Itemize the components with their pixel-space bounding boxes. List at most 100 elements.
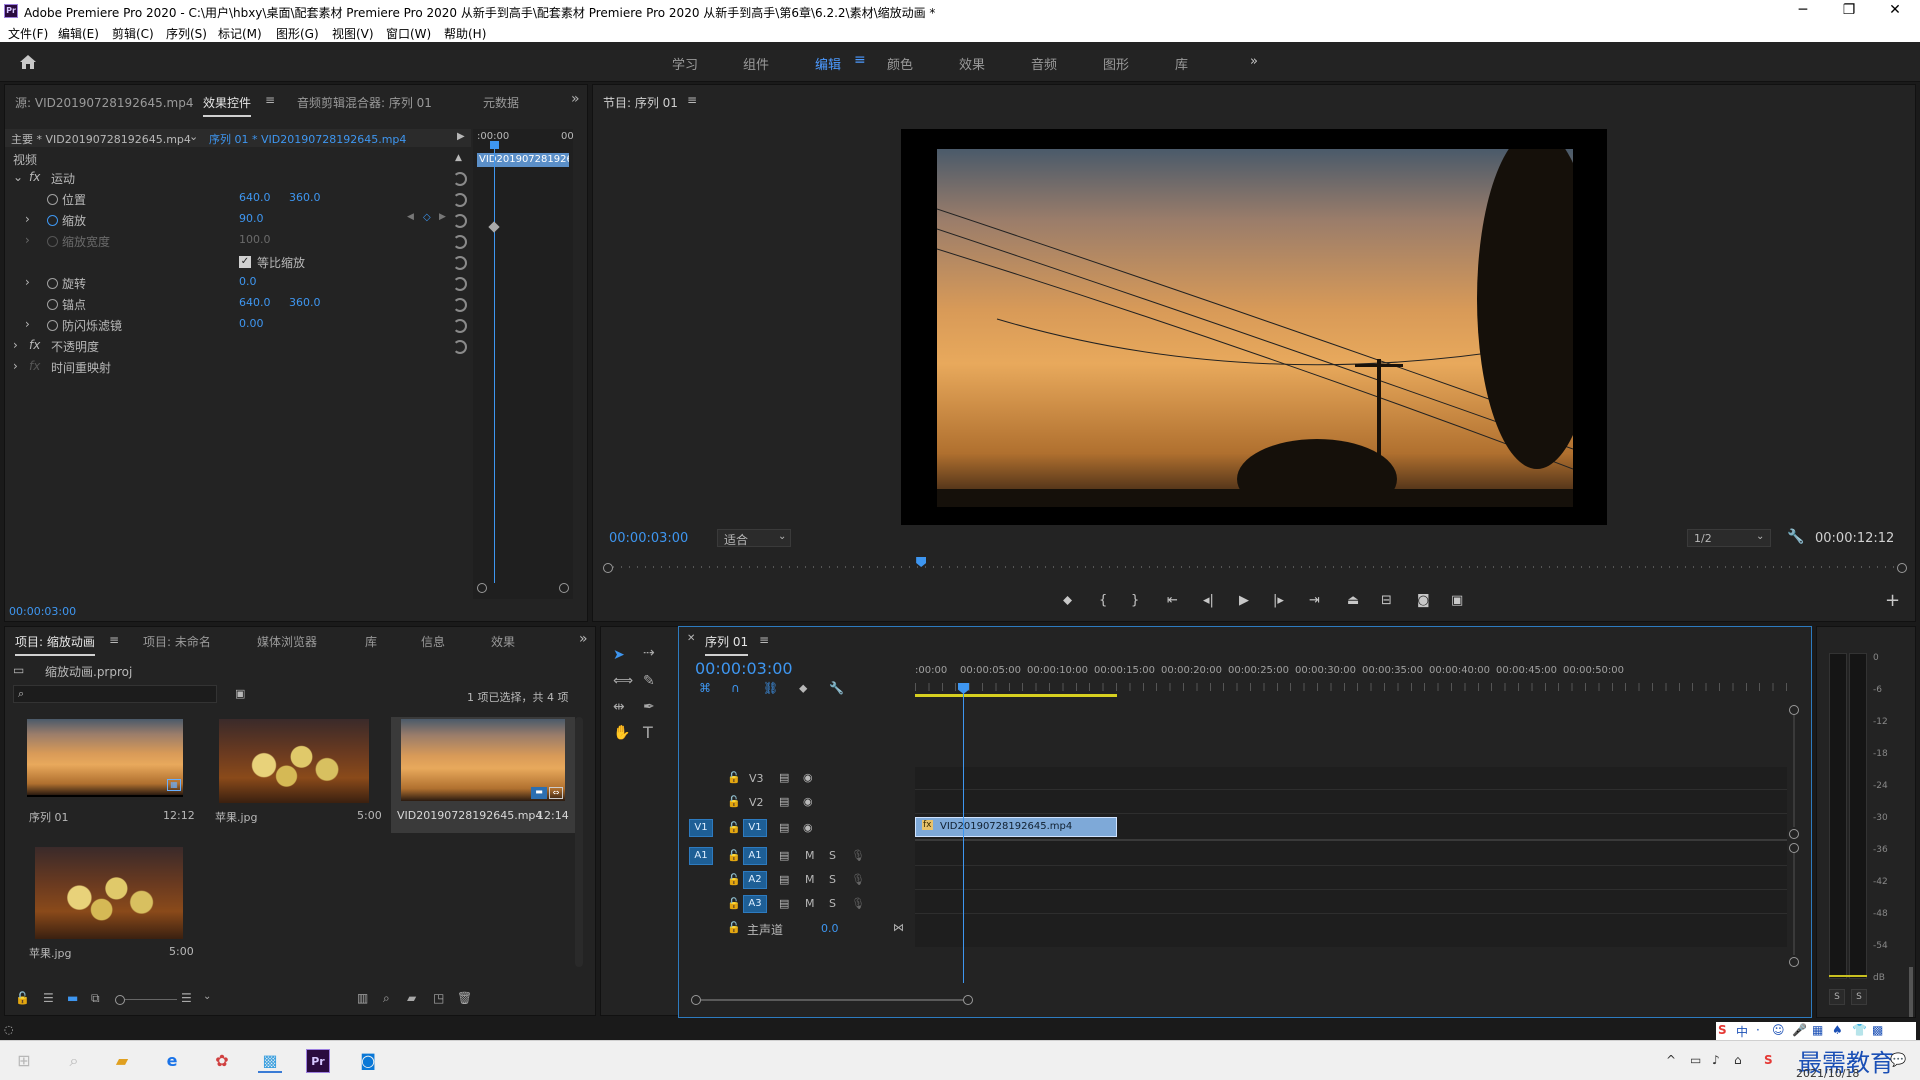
menu-sequence[interactable]: 序列(S) (166, 25, 207, 42)
sync-lock-icon[interactable]: ▤ (779, 849, 789, 862)
timeline-playhead-line[interactable] (963, 683, 964, 983)
shirt-icon[interactable]: 👕 (1852, 1023, 1867, 1037)
workspace-tab-learn[interactable]: 学习 (672, 54, 698, 73)
lock-icon[interactable]: 🔓 (727, 897, 741, 910)
ime-mode[interactable]: 中 (1736, 1023, 1748, 1040)
panel-menu-icon[interactable]: ≡ (109, 633, 119, 647)
app-blue-icon[interactable]: ◙ (356, 1049, 380, 1073)
position-y-value[interactable]: 360.0 (289, 191, 321, 204)
stopwatch-icon[interactable] (47, 320, 58, 331)
menu-clip[interactable]: 剪辑(C) (112, 25, 154, 42)
solo-button[interactable]: S (829, 849, 836, 862)
app-icon[interactable]: ✿ (210, 1049, 234, 1073)
menu-graphics[interactable]: 图形(G) (276, 25, 319, 42)
workspace-overflow-button[interactable]: » (1250, 54, 1258, 69)
punctuation-icon[interactable]: · (1756, 1023, 1760, 1037)
workspace-tab-color[interactable]: 颜色 (887, 54, 913, 73)
extract-icon[interactable]: ⊟ (1381, 593, 1392, 608)
track-select-tool-icon[interactable]: ⇢ (643, 645, 655, 661)
workspace-tab-libraries[interactable]: 库 (1175, 54, 1188, 73)
tools-grid-icon[interactable]: ▩ (1872, 1023, 1883, 1037)
workspace-tab-audio[interactable]: 音频 (1031, 54, 1057, 73)
uniform-scale-checkbox[interactable]: ✓ (239, 256, 251, 268)
keyframe-diamond-icon[interactable] (488, 221, 500, 233)
position-x-value[interactable]: 640.0 (239, 191, 271, 204)
zoom-slider-handle[interactable] (115, 995, 125, 1005)
chevron-right-icon[interactable]: › (13, 359, 18, 373)
solo-right-button[interactable]: S (1851, 989, 1867, 1005)
notification-icon[interactable]: 💬 (1890, 1053, 1906, 1068)
slip-tool-icon[interactable]: ⇹ (613, 699, 625, 715)
play-icon[interactable]: ▶ (1239, 593, 1249, 608)
meter-scrollbar[interactable] (1909, 967, 1913, 1017)
program-timecode[interactable]: 00:00:03:00 (609, 531, 688, 546)
quality-dropdown[interactable]: 1/2 ⌄ (1687, 529, 1771, 547)
master-volume-value[interactable]: 0.0 (821, 922, 839, 935)
master-clip-label[interactable]: 主要 * VID20190728192645.mp4 (11, 131, 191, 147)
lock-icon[interactable]: 🔓 (727, 795, 741, 808)
mute-button[interactable]: M (805, 873, 815, 886)
freeform-view-icon[interactable]: ⧉ (91, 991, 100, 1006)
track-target-v1[interactable]: V1 (743, 819, 767, 837)
workspace-menu-icon[interactable]: ≡ (854, 52, 866, 68)
v-scroll-track[interactable] (1793, 853, 1795, 955)
emoji-icon[interactable]: ☺ (1772, 1023, 1785, 1037)
h-scroll-handle-right[interactable] (963, 995, 973, 1005)
sync-lock-icon[interactable]: ▤ (779, 821, 789, 834)
project-item-selected[interactable]: ▬ ⇔ VID20190728192645.mp4 12:14 (391, 717, 575, 833)
lift-icon[interactable]: ⏏ (1347, 593, 1359, 608)
snap-icon[interactable]: ∩ (731, 681, 740, 695)
tab-project[interactable]: 项目: 缩放动画 (15, 633, 95, 656)
windows-start-icon[interactable]: ⊞ (12, 1049, 36, 1073)
new-bin-from-search-icon[interactable]: ▣ (235, 687, 245, 700)
v-scroll-handle[interactable] (1789, 829, 1799, 839)
v-scroll-handle[interactable] (1789, 957, 1799, 967)
panel-menu-icon[interactable]: ≡ (687, 93, 697, 107)
zoom-handle-left[interactable] (477, 583, 487, 593)
tab-effect-controls[interactable]: 效果控件 (203, 94, 252, 117)
timeline-tab[interactable]: 序列 01 (705, 633, 749, 656)
voiceover-mic-icon[interactable]: 🎙 (851, 849, 865, 862)
add-keyframe-icon[interactable]: ◇ (423, 212, 431, 223)
reset-icon[interactable] (453, 193, 467, 207)
mark-out-icon[interactable]: } (1131, 593, 1139, 608)
menu-markers[interactable]: 标记(M) (218, 25, 262, 42)
motion-row[interactable]: ⌄ fx 运动 (13, 170, 471, 190)
chevron-right-icon[interactable]: › (25, 212, 30, 226)
reset-icon[interactable] (453, 172, 467, 186)
v-scroll-handle[interactable] (1789, 705, 1799, 715)
sync-lock-icon[interactable]: ▤ (779, 771, 789, 784)
h-scroll-bar[interactable] (701, 999, 963, 1001)
tab-metadata[interactable]: 元数据 (483, 94, 519, 111)
lock-icon[interactable]: 🔓 (727, 873, 741, 886)
reset-icon[interactable] (453, 277, 467, 291)
next-keyframe-icon[interactable]: ▶ (439, 212, 446, 222)
add-button-icon[interactable]: + (1885, 590, 1900, 611)
step-back-icon[interactable]: ◂| (1203, 593, 1214, 608)
eye-icon[interactable]: ◉ (803, 771, 813, 784)
go-to-in-icon[interactable]: ⇤ (1167, 593, 1178, 608)
project-search-input[interactable]: ⌕ (13, 685, 217, 703)
close-button[interactable]: ✕ (1872, 0, 1918, 22)
rotation-value[interactable]: 0.0 (239, 275, 257, 288)
panel-menu-icon[interactable]: ≡ (265, 93, 275, 107)
anchor-x-value[interactable]: 640.0 (239, 296, 271, 309)
panel-menu-icon[interactable]: ≡ (759, 633, 769, 647)
skin-icon[interactable]: ♠ (1832, 1023, 1843, 1037)
scrub-end-handle[interactable] (1897, 563, 1907, 573)
work-area-bar[interactable] (915, 694, 1117, 697)
new-bin-icon[interactable]: ▰ (407, 991, 416, 1005)
list-view-icon[interactable]: ☰ (43, 991, 54, 1005)
project-item[interactable]: ▦ 序列 01 12:12 (15, 717, 195, 833)
project-item[interactable]: 苹果.jpg 5:00 (15, 845, 195, 961)
mute-button[interactable]: M (805, 849, 815, 862)
chevron-down-icon[interactable]: ⌄ (189, 130, 198, 143)
tab-media-browser[interactable]: 媒体浏览器 (257, 633, 317, 650)
automate-to-sequence-icon[interactable]: ▥ (357, 991, 368, 1005)
track-target-a3[interactable]: A3 (743, 895, 767, 913)
anchor-y-value[interactable]: 360.0 (289, 296, 321, 309)
anti-flicker-value[interactable]: 0.00 (239, 317, 264, 330)
effect-timecode[interactable]: 00:00:03:00 (9, 605, 76, 618)
source-patch-v1[interactable]: V1 (689, 819, 713, 837)
hand-tool-icon[interactable]: ✋ (613, 725, 630, 741)
